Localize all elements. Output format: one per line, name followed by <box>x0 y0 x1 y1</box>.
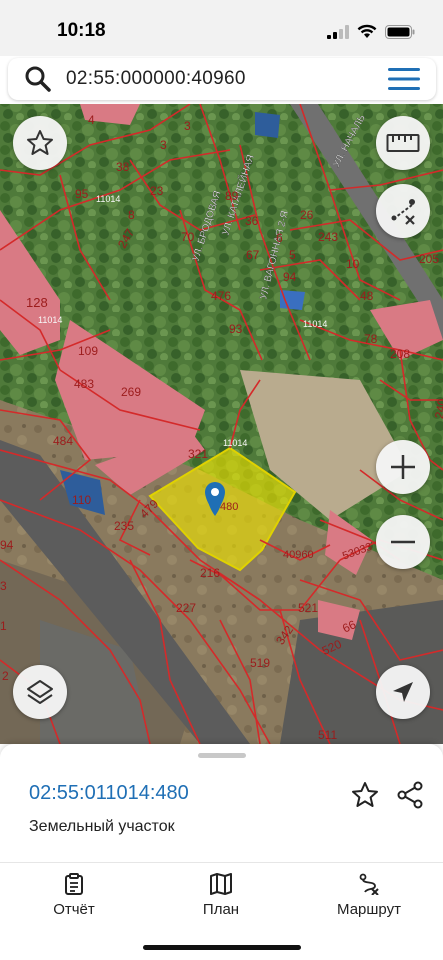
tab-route[interactable]: Маршрут <box>309 873 429 919</box>
parcel-label: 10 <box>346 257 360 271</box>
parcel-label: 40960 <box>283 549 314 561</box>
parcel-label: 227 <box>176 601 196 615</box>
parcel-label: 243 <box>318 230 338 244</box>
parcel-label: 3 <box>0 579 7 593</box>
parcel-label: 216 <box>200 566 220 580</box>
parcel-label: 5 <box>289 248 296 262</box>
parcel-label: 67 <box>246 248 260 262</box>
parcel-label: 519 <box>250 656 270 670</box>
tab-label: Маршрут <box>337 901 401 918</box>
layers-icon <box>27 680 53 704</box>
wifi-icon <box>357 24 377 38</box>
report-icon <box>65 873 83 895</box>
minus-icon <box>391 540 415 544</box>
parcel-label: 4 <box>88 113 95 127</box>
quarter-label: 11014 <box>223 438 247 448</box>
parcel-label: 110 <box>72 493 91 507</box>
status-bar: 10:18 <box>0 0 443 56</box>
parcel-label: 484 <box>53 434 73 448</box>
favorite-map-button[interactable] <box>13 116 67 170</box>
tab-plan[interactable]: План <box>161 873 281 919</box>
ruler-button[interactable] <box>376 116 430 170</box>
object-type: Земельный участок <box>29 818 175 835</box>
parcel-label: 93 <box>229 322 243 336</box>
parcel-label: 8 <box>128 208 135 222</box>
search-input[interactable]: 02:55:000000:40960 <box>66 68 246 90</box>
status-time: 10:18 <box>57 20 106 41</box>
map-icon <box>210 873 232 895</box>
satellite-map-layer[interactable]: УЛ. БРОДОВАЯ УЛ. ВАГОННАЯ 2-Я УЛ. НАЧАЛЬ… <box>0 104 443 744</box>
parcel-label: 70 <box>181 230 195 244</box>
parcel-label: 208 <box>390 347 410 361</box>
zoom-out-button[interactable] <box>376 515 430 569</box>
battery-icon <box>385 24 415 39</box>
status-icons <box>327 24 415 39</box>
sheet-drag-handle[interactable] <box>198 753 246 758</box>
route-map-button[interactable] <box>376 184 430 238</box>
parcel-label: 2 <box>2 669 9 683</box>
parcel-label: 95 <box>75 187 89 201</box>
parcel-label: 3 <box>184 119 191 133</box>
parcel-label: 38 <box>116 160 130 174</box>
tab-report[interactable]: Отчёт <box>14 873 134 919</box>
share-icon[interactable] <box>395 780 425 810</box>
parcel-label: 94 <box>0 538 14 552</box>
parcel-label: 521 <box>298 601 318 615</box>
search-icon[interactable] <box>24 65 52 93</box>
parcel-label: 235 <box>114 519 134 533</box>
parcel-label: 269 <box>121 385 141 399</box>
locate-button[interactable] <box>376 665 430 719</box>
parcel-label: 89 <box>225 189 239 203</box>
menu-icon[interactable] <box>388 67 420 91</box>
parcel-label: 511 <box>318 728 337 742</box>
parcel-label: 205 <box>419 252 439 266</box>
parcel-label: 109 <box>78 344 98 358</box>
cadastral-map[interactable]: УЛ. БРОДОВАЯ УЛ. ВАГОННАЯ 2-Я УЛ. НАЧАЛЬ… <box>0 104 443 744</box>
quarter-label: 11014 <box>38 315 62 325</box>
parcel-label: 78 <box>364 332 378 346</box>
route-icon <box>359 873 379 895</box>
tab-label: План <box>202 901 240 918</box>
parcel-label: 480 <box>220 501 238 513</box>
parcel-label: 48 <box>360 289 374 303</box>
parcel-label: 36 <box>245 214 259 228</box>
parcel-label: 23 <box>150 184 164 198</box>
zoom-in-button[interactable] <box>376 440 430 494</box>
locate-icon <box>393 682 413 702</box>
parcel-label: 94 <box>283 270 297 284</box>
parcel-label: 6 <box>276 231 283 245</box>
ruler-icon <box>386 134 420 152</box>
tab-label: Отчёт <box>53 901 95 918</box>
parcel-label: 3 <box>160 138 167 152</box>
signal-icon <box>327 24 349 39</box>
parcel-label: 128 <box>26 295 48 310</box>
route-icon <box>391 199 415 225</box>
search-bar[interactable]: 02:55:000000:40960 <box>8 58 436 100</box>
plus-icon <box>391 455 415 479</box>
cadastral-number[interactable]: 02:55:011014:480 <box>29 782 189 805</box>
quarter-label: 11014 <box>303 319 327 329</box>
parcel-label: 476 <box>211 289 231 303</box>
parcel-label: 1 <box>0 619 7 633</box>
star-icon <box>27 130 53 155</box>
parcel-label: 483 <box>74 377 94 391</box>
parcel-label: 26 <box>300 208 314 222</box>
quarter-label: 11014 <box>96 194 120 204</box>
parcel-info-sheet[interactable]: 02:55:011014:480 Земельный участок <box>0 744 443 862</box>
layers-button[interactable] <box>13 665 67 719</box>
home-indicator[interactable] <box>143 945 301 950</box>
parcel-label: 321 <box>188 447 208 461</box>
star-icon[interactable] <box>350 780 380 810</box>
